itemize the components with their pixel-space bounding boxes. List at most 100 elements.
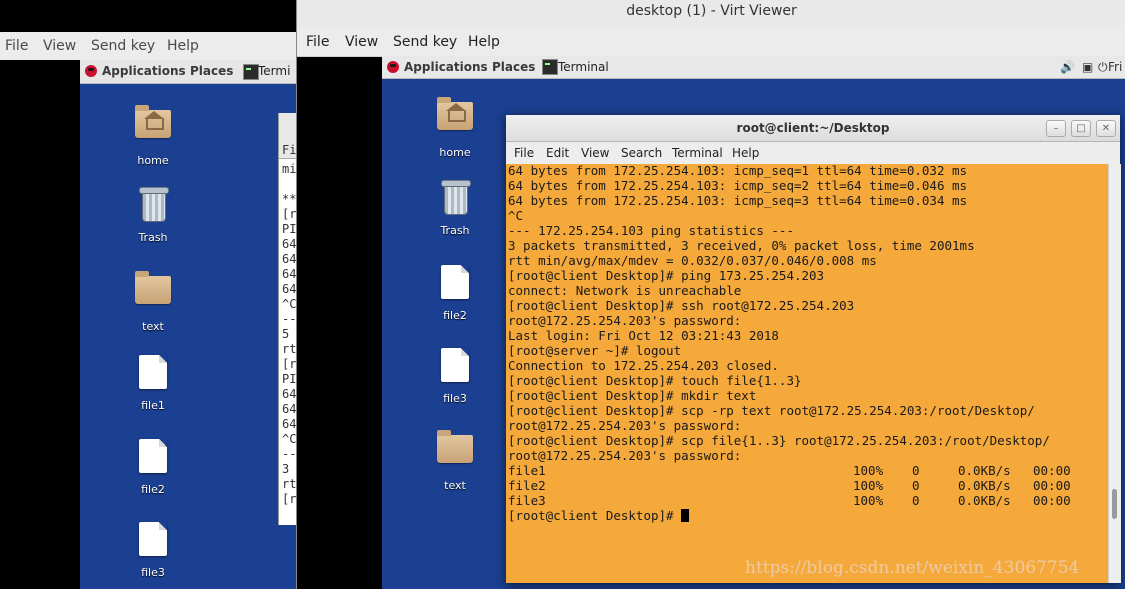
transfer-row: file2 100% 0 0.0KB/s 00:00 (508, 478, 1108, 493)
clipped-line: 64 (282, 387, 296, 401)
clipped-line: [r (282, 357, 296, 371)
file3-desktop-icon[interactable]: file3 (420, 346, 490, 405)
clipped-line: ^C (282, 297, 296, 311)
term-menu-file[interactable]: File (514, 146, 534, 160)
back-file1-icon[interactable]: file1 (118, 353, 188, 412)
clipped-line: 64 (282, 402, 296, 416)
redhat-icon (85, 65, 97, 77)
terminal-line: 64 bytes from 172.25.254.103: icmp_seq=3… (508, 193, 968, 208)
folder-icon (135, 271, 171, 304)
close-button[interactable]: ✕ (1096, 120, 1116, 137)
back-trash-icon[interactable]: Trash (118, 187, 188, 244)
transfer-size: 0 (912, 493, 920, 508)
window-titlebar[interactable]: desktop (1) - Virt Viewer (297, 0, 1125, 26)
clipped-line: 64 (282, 267, 296, 281)
transfer-percent: 100% (853, 463, 884, 478)
guest-desktop: Applications Places Terminal 🔊 ▣ ⏻ Fri h… (382, 56, 1125, 589)
term-menu-edit[interactable]: Edit (546, 146, 569, 160)
back-menu-help[interactable]: Help (167, 38, 199, 54)
power-icon[interactable]: ⏻ (1098, 60, 1108, 75)
scrollbar-thumb[interactable] (1112, 489, 1117, 519)
back-text-folder-icon[interactable]: text (118, 270, 188, 333)
back-virt-viewer-window[interactable]: File View Send key Help Applications Pla… (0, 0, 296, 589)
icon-label: file2 (141, 483, 165, 496)
icon-label: file3 (141, 566, 165, 579)
trash-icon (441, 180, 471, 215)
transfer-file: file2 (508, 478, 546, 493)
icon-label: file3 (443, 392, 467, 405)
back-guest-desktop: Applications Places Termi home Trash tex… (80, 60, 296, 589)
terminal-task-icon (542, 59, 558, 75)
terminal-titlebar[interactable]: root@client:~/Desktop – □ ✕ (506, 115, 1120, 142)
clipped-line: ** (282, 192, 296, 206)
back-file3-icon[interactable]: file3 (118, 520, 188, 579)
terminal-line: rtt min/avg/max/mdev = 0.032/0.037/0.046… (508, 253, 877, 268)
task-terminal[interactable]: Terminal (558, 60, 609, 74)
network-icon[interactable]: ▣ (1082, 60, 1093, 74)
menu-send-key[interactable]: Send key (393, 34, 457, 50)
applications-menu[interactable]: Applications (404, 60, 488, 74)
clipped-line: -- (282, 312, 296, 326)
trash-icon (139, 187, 169, 222)
terminal-line: connect: Network is unreachable (508, 283, 742, 298)
terminal-window[interactable]: root@client:~/Desktop – □ ✕ File Edit Vi… (506, 115, 1121, 583)
maximize-button[interactable]: □ (1071, 120, 1091, 137)
transfer-percent: 100% (853, 493, 884, 508)
clipped-line: mi (282, 162, 296, 176)
icon-label: Trash (440, 224, 470, 237)
menu-file[interactable]: File (306, 34, 329, 50)
terminal-line: 64 bytes from 172.25.254.103: icmp_seq=1… (508, 164, 968, 178)
transfer-rate: 0.0KB/s (958, 463, 1011, 478)
file2-desktop-icon[interactable]: file2 (420, 263, 490, 322)
terminal-line: Connection to 172.25.254.203 closed. (508, 358, 779, 373)
clock[interactable]: Fri (1108, 60, 1122, 74)
redhat-icon (387, 61, 399, 73)
watermark: https://blog.csdn.net/weixin_43067754 (745, 558, 1080, 578)
terminal-line: --- 172.25.254.103 ping statistics --- (508, 223, 794, 238)
transfer-file: file1 (508, 463, 546, 478)
back-home-icon[interactable]: home (118, 104, 188, 167)
term-menu-help[interactable]: Help (732, 146, 759, 160)
terminal-line: 64 bytes from 172.25.254.103: icmp_seq=2… (508, 178, 968, 193)
places-menu[interactable]: Places (492, 60, 535, 74)
clipped-line: 64 (282, 237, 296, 251)
minimize-button[interactable]: – (1046, 120, 1066, 137)
volume-icon[interactable]: 🔊 (1060, 60, 1075, 74)
transfer-row: file1 100% 0 0.0KB/s 00:00 (508, 463, 1108, 478)
back-task-terminal[interactable]: Termi (258, 64, 290, 78)
back-menu-send-key[interactable]: Send key (91, 38, 155, 54)
transfer-eta: 00:00 (1033, 478, 1071, 493)
terminal-line: root@172.25.254.203's password: (508, 448, 742, 463)
back-menu-view[interactable]: View (43, 38, 76, 54)
prompt-line[interactable]: [root@client Desktop]# (508, 508, 1108, 523)
document-icon (139, 355, 167, 389)
term-menu-search[interactable]: Search (621, 146, 662, 160)
document-icon (441, 265, 469, 299)
back-places-menu[interactable]: Places (190, 64, 233, 78)
term-menu-view[interactable]: View (581, 146, 609, 160)
text-folder-desktop-icon[interactable]: text (420, 429, 490, 492)
home-desktop-icon[interactable]: home (420, 96, 490, 159)
terminal-line: 3 packets transmitted, 3 received, 0% pa… (508, 238, 975, 253)
menu-help[interactable]: Help (468, 34, 500, 50)
icon-label: home (137, 154, 169, 167)
trash-desktop-icon[interactable]: Trash (420, 180, 490, 237)
clipped-line: PI (282, 372, 296, 386)
transfer-row: file3 100% 0 0.0KB/s 00:00 (508, 493, 1108, 508)
back-file2-icon[interactable]: file2 (118, 437, 188, 496)
terminal-task-icon (243, 64, 259, 80)
back-menu-file[interactable]: File (5, 38, 28, 54)
term-menu-terminal[interactable]: Terminal (672, 146, 723, 160)
transfer-rate: 0.0KB/s (958, 478, 1011, 493)
virt-viewer-window[interactable]: desktop (1) - Virt Viewer File View Send… (296, 0, 1125, 589)
document-icon (139, 522, 167, 556)
terminal-output[interactable]: 64 bytes from 172.25.254.103: icmp_seq=1… (506, 164, 1108, 583)
back-terminal-window-edge[interactable]: Fi mi ** [r PI 64 64 64 64 ^C -- 5 rt [r… (278, 113, 296, 525)
clipped-line: 64 (282, 252, 296, 266)
transfer-eta: 00:00 (1033, 493, 1071, 508)
icon-label: Trash (138, 231, 168, 244)
terminal-scrollbar[interactable] (1108, 164, 1121, 583)
terminal-line: [root@client Desktop]# ping 173.25.254.2… (508, 268, 825, 283)
menu-view[interactable]: View (345, 34, 378, 50)
back-applications-menu[interactable]: Applications (102, 64, 186, 78)
